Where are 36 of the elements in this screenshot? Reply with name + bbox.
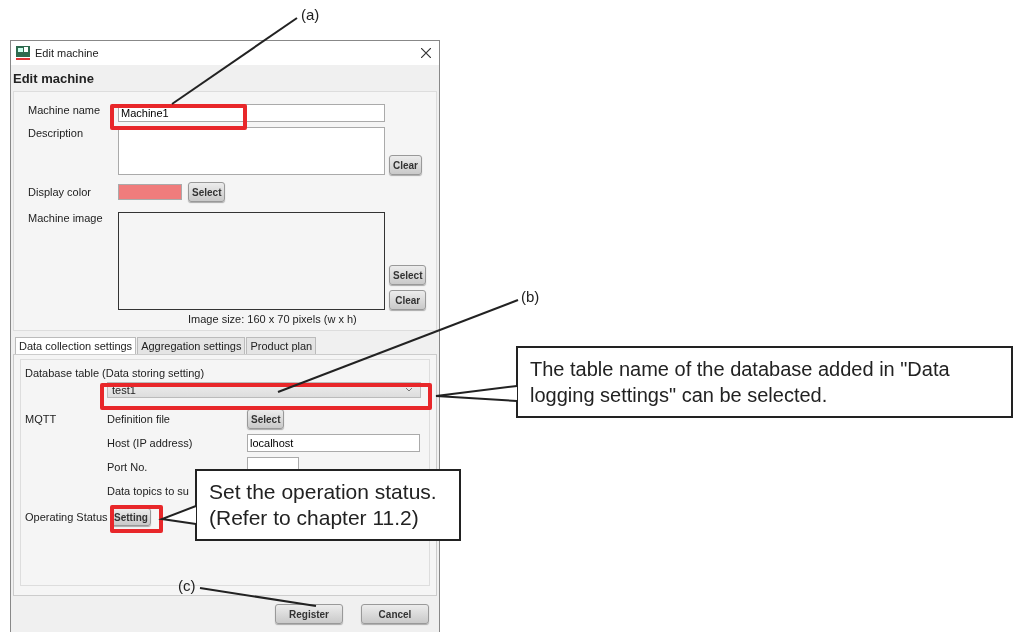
select-button[interactable]: Select: [389, 265, 427, 285]
tab[interactable]: Product plan: [246, 337, 317, 354]
section-label: MQTT: [24, 413, 58, 425]
description-field[interactable]: [118, 127, 385, 175]
annotation-label: (c): [178, 577, 196, 594]
clear-button[interactable]: Clear: [389, 155, 422, 175]
annotation-label: (b): [521, 288, 540, 305]
select-button[interactable]: Select: [188, 182, 226, 202]
dialog-button[interactable]: Cancel: [361, 604, 429, 624]
field-label: Definition file: [107, 413, 170, 425]
close-icon[interactable]: [421, 48, 431, 58]
callout-text: The table name of the database added in "Data logging settings" can be selected.: [530, 357, 950, 408]
color-swatch[interactable]: [118, 184, 182, 200]
field-label: Port No.: [107, 461, 148, 473]
field-label: Machine image: [28, 212, 104, 224]
tab[interactable]: Data collection settings: [15, 337, 137, 354]
callout-text: Set the operation status. (Refer to chapter 11.2): [209, 479, 437, 531]
highlight-frame: [110, 505, 163, 533]
tab[interactable]: Aggregation settings: [137, 337, 246, 354]
image-size-note: Image size: 160 x 70 pixels (w x h): [188, 313, 358, 325]
app-icon: [16, 46, 30, 60]
dialog-heading: Edit machine: [12, 70, 95, 88]
field-label: Machine name: [28, 104, 102, 116]
field-label: Operating Status: [24, 511, 109, 523]
dialog-button[interactable]: Register: [275, 604, 343, 624]
field-label: Host (IP address): [107, 437, 193, 449]
field-label: Database table (Data storing setting): [25, 367, 206, 379]
chevron-icon: [406, 388, 412, 392]
host-field[interactable]: localhost: [247, 434, 420, 452]
clear-button[interactable]: Clear: [389, 290, 427, 310]
window-title: Edit machine: [35, 47, 100, 59]
select-button[interactable]: Select: [247, 409, 285, 429]
field-label: Data topics to su: [107, 485, 189, 497]
field-label: Description: [28, 127, 85, 139]
field-label: Display color: [28, 186, 92, 198]
annotation-label: (a): [301, 6, 320, 23]
